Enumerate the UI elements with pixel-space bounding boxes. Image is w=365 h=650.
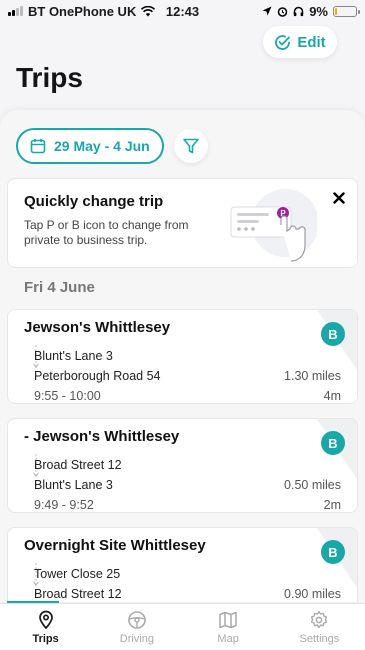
trip-to-row: Broad Street 12 0.90 miles [24, 584, 341, 602]
edit-button[interactable]: Edit [263, 26, 337, 58]
status-bar: BT OnePhone UK 12:43 9% [0, 0, 365, 22]
business-badge[interactable]: B [321, 540, 345, 564]
trip-to: Peterborough Road 54 [34, 369, 161, 383]
tab-label: Settings [299, 632, 340, 645]
check-circle-icon [275, 34, 291, 50]
trip-title: Overnight Site Whittlesey [24, 537, 206, 554]
business-badge[interactable]: B [321, 322, 345, 346]
tab-driving[interactable]: Driving [91, 604, 182, 650]
trip-distance: 0.90 miles [284, 587, 341, 601]
trips-list-sheet[interactable]: 29 May - 4 Jun Quickly change trip Tap P… [0, 110, 365, 602]
edit-label: Edit [297, 33, 326, 51]
trip-meta-row: 9:49 - 9:52 2m [24, 495, 341, 512]
tip-card: Quickly change trip Tap P or B icon to c… [7, 178, 358, 268]
trip-from: Tower Close 25 [34, 567, 121, 581]
page-title: Trips [16, 62, 83, 93]
trip-duration: 4m [323, 389, 341, 403]
status-right: 9% [262, 3, 360, 19]
trip-time-range: 9:49 - 9:52 [34, 498, 94, 512]
status-left: BT OnePhone UK [8, 3, 156, 19]
trip-card[interactable]: B Jewson's Whittlesey Blunt's Lane 3 Pet… [7, 309, 358, 404]
location-pin-icon [38, 610, 53, 629]
tip-body: Tap P or B icon to change from private t… [24, 218, 189, 247]
tap-hand-illustration-icon: P [230, 189, 317, 262]
wifi-icon [141, 5, 156, 16]
date-range-button[interactable]: 29 May - 4 Jun [16, 128, 164, 164]
day-header: Fri 4 June [24, 279, 95, 296]
signal-icon [8, 6, 23, 16]
trip-title: Jewson's Whittlesey [24, 319, 171, 336]
battery-percent: 9% [309, 3, 328, 19]
carrier-name: BT OnePhone UK [28, 3, 137, 19]
filter-bar: 29 May - 4 Jun [16, 128, 208, 164]
calendar-icon [30, 139, 46, 154]
tab-map[interactable]: Map [183, 604, 274, 650]
location-arrow-icon [262, 6, 272, 16]
gear-icon [311, 610, 328, 628]
trip-to-row: Peterborough Road 54 1.30 miles [24, 366, 341, 386]
trip-from-row: Tower Close 25 [24, 564, 341, 584]
alarm-icon [277, 6, 288, 17]
tip-close-button[interactable] [333, 191, 345, 209]
filter-button[interactable] [173, 129, 208, 163]
tab-trips[interactable]: Trips [0, 604, 91, 650]
tab-settings[interactable]: Settings [274, 604, 365, 650]
close-icon [333, 192, 345, 204]
trip-from-row: Blunt's Lane 3 [24, 346, 341, 366]
status-time: 12:43 [165, 3, 200, 19]
map-icon [219, 611, 237, 628]
trip-to: Broad Street 12 [34, 587, 122, 601]
steering-wheel-icon [128, 610, 146, 629]
tab-bar: Trips Driving Map Settings [0, 603, 365, 650]
trip-duration: 2m [323, 498, 341, 512]
trip-title: - Jewson's Whittlesey [24, 428, 180, 445]
date-range-label: 29 May - 4 Jun [54, 138, 150, 154]
trip-card[interactable]: B - Jewson's Whittlesey Broad Street 12 … [7, 418, 358, 513]
trip-time-range: 9:55 - 10:00 [34, 389, 101, 403]
trip-from: Broad Street 12 [34, 458, 122, 472]
tab-label: Trips [32, 632, 59, 645]
trip-distance: 1.30 miles [284, 369, 341, 383]
battery-icon [333, 5, 360, 17]
headphones-icon [293, 6, 304, 16]
tab-label: Map [217, 632, 239, 645]
trip-distance: 0.50 miles [284, 478, 341, 492]
trip-from-row: Broad Street 12 [24, 455, 341, 475]
funnel-icon [182, 138, 199, 154]
trip-meta-row: 9:55 - 10:00 4m [24, 386, 341, 403]
trip-card[interactable]: B Overnight Site Whittlesey Tower Close … [7, 527, 358, 602]
trip-from: Blunt's Lane 3 [34, 349, 113, 363]
business-badge[interactable]: B [321, 431, 345, 455]
trip-to-row: Blunt's Lane 3 0.50 miles [24, 475, 341, 495]
trip-to: Blunt's Lane 3 [34, 478, 113, 492]
tab-label: Driving [119, 632, 154, 645]
